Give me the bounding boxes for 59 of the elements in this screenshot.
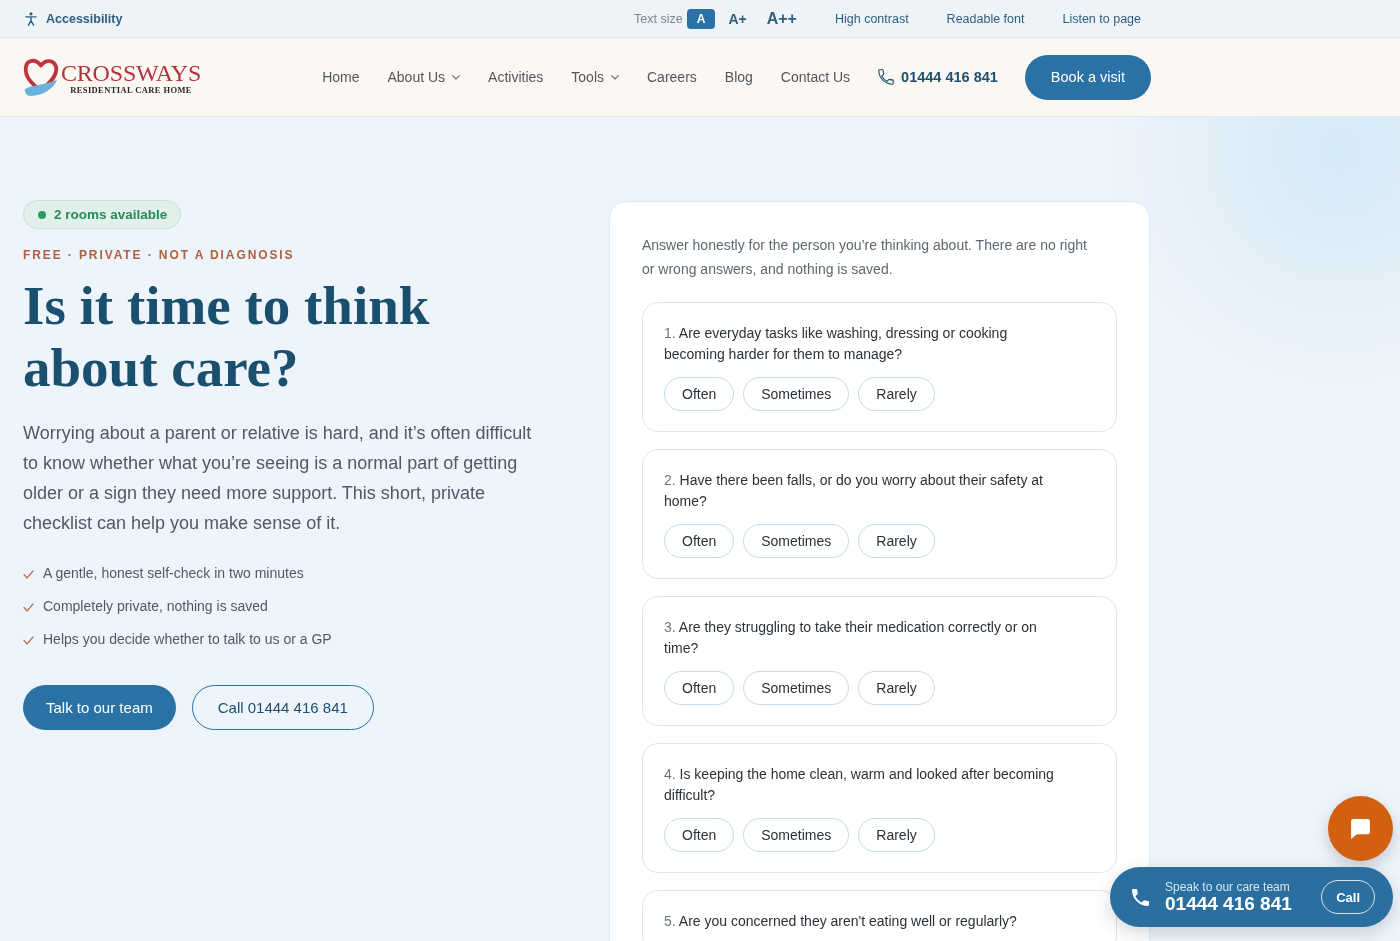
accessibility-label: Accessibility: [46, 11, 123, 26]
question-text: 1. Are everyday tasks like washing, dressing or cooking becoming harder for them to manage?: [664, 324, 1009, 364]
phone-icon: [1132, 888, 1149, 906]
point-text: Completely private, nothing is saved: [43, 597, 268, 616]
accessibility-tool-button[interactable]: Readable font: [946, 11, 1025, 26]
nav-link[interactable]: Blog: [724, 69, 753, 85]
logo-tagline: RESIDENTIAL CARE HOME: [70, 84, 192, 96]
checklist-intro: Answer honestly for the person you’re thinking about. There are no right or wrong answers, and nothing is saved.: [642, 236, 1088, 279]
answer-option[interactable]: Rarely: [858, 377, 935, 411]
accessibility-icon: [25, 11, 37, 26]
answer-option[interactable]: Often: [664, 524, 735, 558]
check-icon: [23, 636, 34, 645]
question-text: 3. Are they struggling to take their medication correctly or on time?: [664, 618, 1038, 658]
text-size-button[interactable]: A+: [728, 8, 747, 29]
text-size-button[interactable]: A++: [766, 8, 797, 29]
nav-link[interactable]: Tools: [571, 69, 619, 85]
answer-option[interactable]: Sometimes: [743, 524, 850, 558]
phone-icon: [878, 69, 895, 85]
point-text: A gentle, honest self-check in two minutes: [43, 564, 304, 583]
nav-link[interactable]: Home: [322, 69, 360, 85]
caret-icon: [452, 74, 461, 80]
question-text: 5. Are you concerned they aren't eating well or regularly?: [664, 912, 1018, 931]
answer-option[interactable]: Sometimes: [743, 818, 850, 852]
accessibility-tool-button[interactable]: Listen to page: [1062, 11, 1141, 26]
answer-option[interactable]: Rarely: [858, 671, 935, 705]
chat-button[interactable]: [1328, 796, 1393, 861]
question-text: 2. Have there been falls, or do you worry about their safety at home?: [664, 471, 1044, 511]
nav-link[interactable]: Careers: [647, 69, 697, 85]
nav-link[interactable]: About Us: [387, 69, 461, 85]
call-caption: Speak to our care team: [1165, 880, 1291, 894]
book-visit-button[interactable]: Book a visit: [1024, 54, 1151, 100]
text-size-label: Text size: [634, 11, 683, 26]
phone-link[interactable]: 01444 416 841: [878, 69, 998, 85]
check-icon: [23, 603, 34, 612]
accessibility-tool-button[interactable]: High contrast: [834, 11, 909, 26]
call-number: 01444 416 841: [1165, 894, 1292, 914]
intro-paragraph: Worrying about a parent or relative is hard, and it’s often difficult to know whether what you’re seeing is a normal part of getting older or a sign they need more support. This short, private checklist can help you make sense of it.: [23, 422, 533, 535]
answer-option[interactable]: Rarely: [858, 818, 935, 852]
answer-option[interactable]: Often: [664, 671, 735, 705]
check-icon: [23, 570, 34, 579]
chat-bubble-icon: [1351, 818, 1370, 839]
nav-link[interactable]: Activities: [488, 69, 544, 85]
point-text: Helps you decide whether to talk to us or a GP: [43, 630, 332, 649]
answer-option[interactable]: Sometimes: [743, 671, 850, 705]
status-dot-icon: [38, 210, 46, 219]
answer-option[interactable]: Often: [664, 818, 735, 852]
answer-option[interactable]: Often: [664, 377, 735, 411]
logo-name: CROSSWAYS: [61, 60, 202, 85]
text-size-button[interactable]: A: [686, 8, 716, 29]
talk-button[interactable]: Talk to our team: [23, 685, 176, 730]
answer-option[interactable]: Rarely: [858, 524, 935, 558]
nav-link[interactable]: Contact Us: [780, 69, 851, 85]
caret-icon: [611, 74, 619, 80]
question-text: 4. Is keeping the home clean, warm and looked after becoming difficult?: [664, 765, 1055, 805]
badge-label: 2 rooms available: [54, 207, 168, 222]
answer-option[interactable]: Sometimes: [743, 377, 850, 411]
page-heading: Is it time to think about care?: [23, 275, 431, 399]
heart-logo-icon[interactable]: [22, 56, 60, 98]
eyebrow-text: FREE · PRIVATE · NOT A DIAGNOSIS: [23, 248, 295, 262]
